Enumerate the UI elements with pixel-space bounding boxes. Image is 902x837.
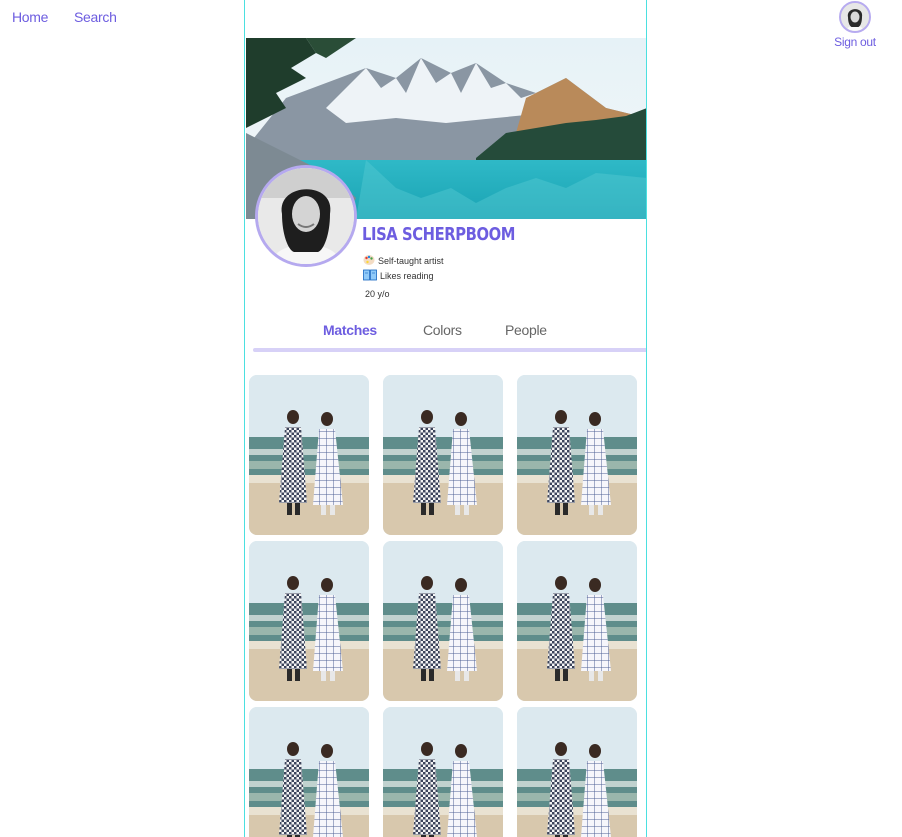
nav-search-link[interactable]: Search [74,9,117,25]
beach-photo [383,375,503,535]
trait-artist-label: Self-taught artist [378,256,444,266]
match-card[interactable] [517,541,637,701]
match-card[interactable] [249,375,369,535]
beach-photo [249,541,369,701]
profile-avatar [255,165,357,267]
match-card[interactable] [383,707,503,837]
tab-matches[interactable]: Matches [323,322,377,338]
tabs-underline [253,348,646,352]
palette-icon [363,254,375,268]
trait-reading: Likes reading [363,269,434,283]
match-card[interactable] [383,541,503,701]
nav-home-link[interactable]: Home [12,9,48,25]
beach-photo [517,375,637,535]
trait-reading-label: Likes reading [380,271,434,281]
tab-colors[interactable]: Colors [423,322,462,338]
trait-artist: Self-taught artist [363,254,444,268]
profile-name: LISA SCHERPBOOM [362,224,516,245]
beach-photo [517,707,637,837]
match-card[interactable] [383,375,503,535]
tab-people[interactable]: People [505,322,547,338]
book-icon [363,269,377,283]
beach-photo [383,541,503,701]
beach-photo [249,375,369,535]
user-avatar[interactable] [839,1,871,33]
match-card[interactable] [517,375,637,535]
match-card[interactable] [249,707,369,837]
beach-photo [517,541,637,701]
match-card[interactable] [517,707,637,837]
beach-photo [383,707,503,837]
profile-column: LISA SCHERPBOOM Self-taught artist Likes… [244,0,647,837]
profile-tabs: Matches Colors People [253,320,646,354]
match-card[interactable] [249,541,369,701]
user-menu[interactable]: Sign out [830,1,880,49]
beach-photo [249,707,369,837]
matches-grid [249,375,644,837]
sign-out-link[interactable]: Sign out [830,35,880,49]
profile-age: 20 y/o [365,289,390,299]
